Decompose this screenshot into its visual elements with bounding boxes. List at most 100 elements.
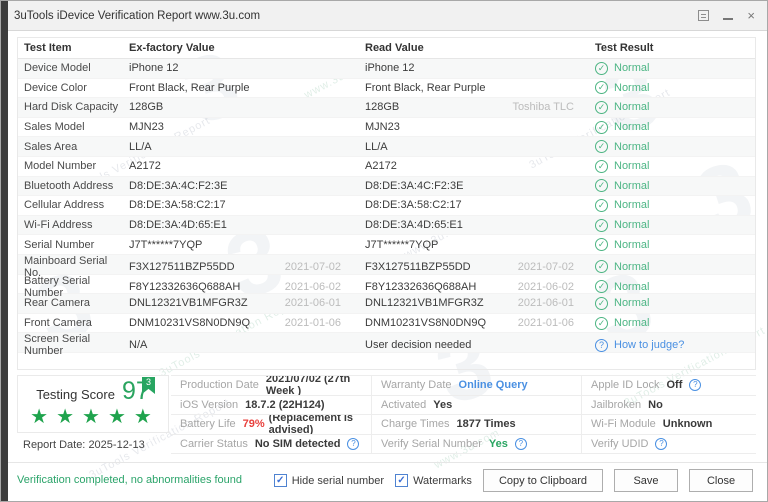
footer-divider — [1, 462, 767, 463]
watermarks-checkbox[interactable]: ✓ Watermarks — [395, 474, 472, 487]
close-icon[interactable]: × — [747, 9, 755, 22]
help-icon[interactable]: ? — [514, 437, 527, 450]
table-row: Hard Disk Capacity 128GB 128GB Toshiba TL… — [18, 98, 755, 118]
result-label: Normal — [614, 81, 650, 94]
check-circle-icon: ✓ — [595, 238, 608, 252]
save-button[interactable]: Save — [614, 469, 678, 492]
report-date: Report Date: 2025-12-13 — [23, 439, 145, 451]
minimize-icon[interactable] — [723, 10, 734, 20]
help-icon[interactable]: ? — [655, 437, 668, 450]
table-row: Front Camera DNM10231VS8N0DN9Q 2021-01-06… — [18, 314, 755, 334]
header-ex-factory: Ex-factory Value — [129, 42, 215, 54]
check-circle-icon: ✓ — [595, 100, 608, 114]
result-label: Normal — [614, 121, 650, 134]
battery-life-cell: Battery Life 79% (Replacement is advised… — [171, 415, 371, 435]
result-label: Normal — [614, 317, 650, 330]
component-date: 2021-07-02 — [517, 260, 574, 273]
check-circle-icon: ✓ — [595, 316, 608, 330]
result-label: Normal — [614, 62, 650, 75]
table-row: Device Color Front Black, Rear Purple Fr… — [18, 79, 755, 99]
verification-status-message: Verification completed, no abnormalities… — [17, 474, 243, 486]
check-circle-icon: ✓ — [595, 218, 608, 232]
result-label: Normal — [614, 179, 650, 192]
component-date: 2021-07-02 — [284, 260, 341, 273]
header-read-value: Read Value — [365, 42, 424, 54]
result-label: Normal — [614, 238, 650, 251]
result-label: Normal — [614, 160, 650, 173]
result-label: Normal — [614, 199, 650, 212]
window-title: 3uTools iDevice Verification Report www.… — [14, 9, 261, 22]
online-query-link[interactable]: Online Query — [459, 379, 528, 391]
production-date-cell: Production Date 2021/07/02 (27th Week ) — [171, 376, 371, 396]
copy-to-clipboard-button[interactable]: Copy to Clipboard — [482, 469, 603, 492]
component-date: 2021-06-01 — [284, 297, 341, 310]
check-circle-icon: ✓ — [595, 140, 608, 154]
result-label: Normal — [614, 140, 650, 153]
table-header: Test Item Ex-factory Value Read Value Te… — [18, 38, 755, 59]
verify-serial-cell: Verify Serial Number Yes ? — [371, 434, 581, 454]
header-test-result: Test Result — [595, 42, 654, 54]
component-date: 2021-06-01 — [517, 297, 574, 310]
table-row: Screen Serial Number N/A User decision n… — [18, 333, 755, 357]
check-circle-icon: ✓ — [595, 280, 608, 294]
component-date: 2021-01-06 — [517, 317, 574, 330]
verify-udid-cell: Verify UDID ? — [581, 434, 756, 454]
header-test-item: Test Item — [24, 42, 72, 54]
title-bar: 3uTools iDevice Verification Report www.… — [1, 1, 767, 31]
result-label: Normal — [614, 280, 650, 293]
result-label: Normal — [614, 219, 650, 232]
report-list-icon[interactable] — [698, 10, 710, 21]
wifi-module-cell: Wi-Fi Module Unknown — [581, 415, 756, 435]
charge-times-cell: Charge Times 1877 Times — [371, 415, 581, 435]
checkbox-checked-icon: ✓ — [395, 474, 409, 487]
table-row: Wi-Fi Address D8:DE:3A:4D:65:E1 D8:DE:3A… — [18, 215, 755, 236]
activated-cell: Activated Yes — [371, 395, 581, 415]
table-row: Mainboard Serial No. F3X127511BZP55DD 202… — [18, 254, 755, 279]
device-summary-grid: Production Date 2021/07/02 (27th Week ) … — [171, 375, 756, 454]
component-date: 2021-01-06 — [284, 317, 341, 330]
checkbox-checked-icon: ✓ — [273, 474, 287, 487]
testing-score-box: 3 Testing Score 97 ★★★★★ — [17, 375, 169, 433]
result-label: Normal — [614, 260, 650, 273]
jailbroken-cell: Jailbroken No — [581, 395, 756, 415]
table-row: Cellular Address D8:DE:3A:58:C2:17 D8:DE… — [18, 196, 755, 216]
check-circle-icon: ✓ — [595, 260, 608, 274]
check-circle-icon: ✓ — [595, 179, 608, 193]
help-icon[interactable]: ? — [347, 437, 360, 450]
table-row: Device Model iPhone 12 iPhone 12 ✓ Normal — [18, 59, 755, 79]
star-rating-icons: ★★★★★ — [30, 405, 160, 428]
table-row: Sales Model MJN23 MJN23 ✓ Normal — [18, 118, 755, 138]
check-circle-icon: ✓ — [595, 120, 608, 134]
warranty-date-cell: Warranty Date Online Query — [371, 376, 581, 396]
testing-score-label: Testing Score — [36, 386, 115, 402]
verification-table: Test Item Ex-factory Value Read Value Te… — [17, 37, 756, 370]
desktop-edge — [1, 1, 8, 501]
table-row: Battery Serial Number F8Y12332636Q688AH 2… — [18, 275, 755, 299]
close-button[interactable]: Close — [689, 469, 753, 492]
check-circle-icon: ✓ — [595, 198, 608, 212]
footer-controls: ✓ Hide serial number ✓ Watermarks Copy t… — [273, 469, 753, 492]
check-circle-icon: ✓ — [595, 296, 608, 310]
table-row: Bluetooth Address D8:DE:3A:4C:F2:3E D8:D… — [18, 176, 755, 197]
hide-serial-checkbox[interactable]: ✓ Hide serial number — [273, 474, 384, 487]
help-icon[interactable]: ? — [595, 338, 608, 352]
table-row: Model Number A2172 A2172 ✓ Normal — [18, 157, 755, 177]
verification-report-window: 3 3 3 3 3 3 3 3uTools Verification Repor… — [0, 0, 768, 502]
disk-vendor-note: Toshiba TLC — [512, 101, 574, 114]
component-date: 2021-06-02 — [517, 280, 574, 293]
report-date-value: 2025-12-13 — [88, 439, 145, 451]
result-label: Normal — [614, 297, 650, 310]
table-row: Sales Area LL/A LL/A ✓ Normal — [18, 137, 755, 157]
carrier-status-cell: Carrier Status No SIM detected ? — [171, 435, 371, 454]
ios-version-cell: iOS Version 18.7.2 (22H124) — [171, 396, 371, 415]
component-date: 2021-06-02 — [284, 280, 341, 293]
table-row: Rear Camera DNL12321VB1MFGR3Z 2021-06-01 … — [18, 294, 755, 314]
check-circle-icon: ✓ — [595, 159, 608, 173]
result-label: Normal — [614, 101, 650, 114]
check-circle-icon: ✓ — [595, 81, 608, 95]
table-row: Serial Number J7T******7YQP J7T******7YQ… — [18, 235, 755, 255]
battery-percent: 79% — [242, 418, 265, 431]
apple-id-lock-cell: Apple ID Lock Off ? — [581, 376, 756, 396]
help-icon[interactable]: ? — [689, 379, 702, 392]
how-to-judge-link[interactable]: How to judge? — [614, 339, 684, 351]
